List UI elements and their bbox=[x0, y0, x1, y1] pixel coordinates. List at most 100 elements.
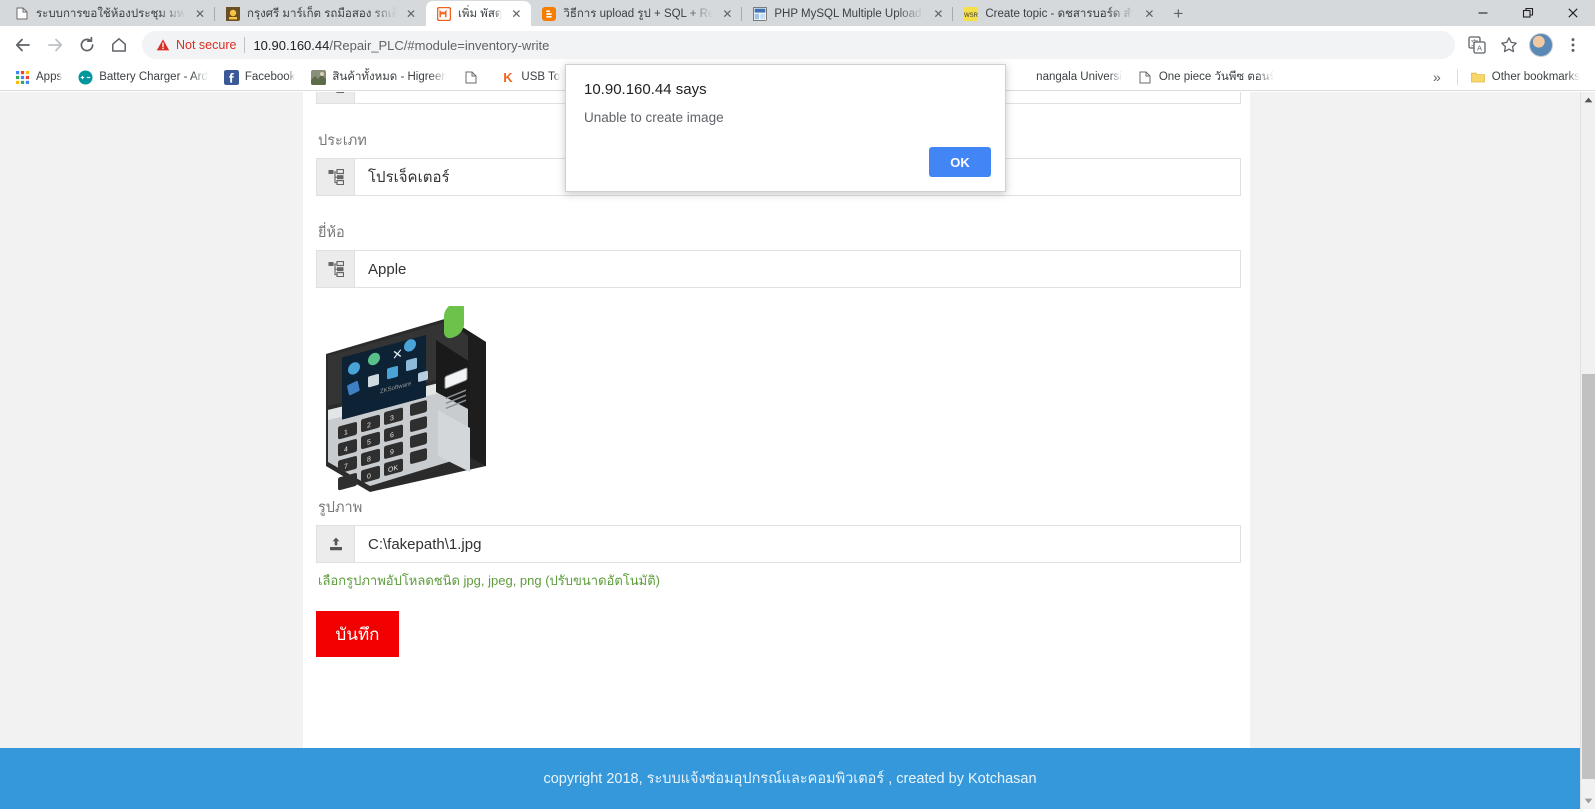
field-row-brand[interactable]: Apple bbox=[316, 250, 1241, 288]
browser-tab-2[interactable]: กรุงศรี มาร์เก็ต รถมือสอง รถเต็นท์ รถ ✕ bbox=[214, 1, 426, 26]
page-footer: copyright 2018, ระบบแจ้งซ่อมอุปกรณ์และคอ… bbox=[0, 748, 1580, 809]
image-preview: ✕ ZKSoftware 123 456 789 0OK bbox=[326, 306, 486, 492]
tab-title: Create topic - ดชสารบอร์ด สำหรั bbox=[985, 7, 1136, 20]
bookmarks-overflow-button[interactable]: » bbox=[1423, 69, 1451, 85]
browser-tab-1[interactable]: ระบบการขอใช้ห้องประชุม มหาวิทยาล ✕ bbox=[4, 1, 215, 26]
svg-text:0: 0 bbox=[367, 472, 371, 481]
dialog-message: Unable to create image bbox=[584, 110, 724, 125]
tab-close-button[interactable]: ✕ bbox=[404, 7, 418, 21]
url-host: 10.90.160.44 bbox=[253, 37, 330, 53]
facebook-icon bbox=[223, 69, 239, 85]
footer-copyright-text: copyright 2018, ระบบแจ้งซ่อมอุปกรณ์และคอ… bbox=[543, 771, 1037, 787]
field-group-brand: ยี่ห้อ Apple bbox=[316, 221, 1241, 288]
browser-tab-4[interactable]: วิธีการ upload รูป + SQL + Resiz ✕ bbox=[531, 1, 743, 26]
field-value-image-path: C:\fakepath\1.jpg bbox=[368, 535, 482, 553]
address-bar[interactable]: Not secure 10.90.160.44/Repair_PLC/#modu… bbox=[142, 31, 1455, 59]
scrollbar-thumb[interactable] bbox=[1582, 374, 1595, 779]
tab-title: กรุงศรี มาร์เก็ต รถมือสอง รถเต็นท์ รถ bbox=[247, 7, 397, 20]
svg-text:9: 9 bbox=[390, 448, 394, 457]
krungsri-icon bbox=[225, 6, 240, 21]
tab-close-button[interactable]: ✕ bbox=[193, 7, 207, 21]
svg-text:✕: ✕ bbox=[392, 345, 403, 363]
kingston-k-icon: K bbox=[500, 70, 515, 85]
bookmark-label: USB To bbox=[521, 71, 561, 83]
back-icon[interactable] bbox=[8, 30, 38, 60]
bookmark-facebook[interactable]: Facebook bbox=[217, 67, 303, 88]
php-icon bbox=[752, 6, 767, 21]
minimize-icon[interactable] bbox=[1460, 0, 1505, 26]
chrome-menu-icon[interactable] bbox=[1559, 31, 1587, 59]
tab-close-button[interactable]: ✕ bbox=[1142, 7, 1156, 21]
image-helper-text: เลือกรูปภาพอัปโหลดชนิด jpg, jpeg, png (ป… bbox=[318, 573, 661, 588]
field-group-image: รูปภาพ C:\fakepath\1.jpg เลือกรูปภาพอัปโ… bbox=[316, 496, 1241, 591]
bookmark-label: สินค้าทั้งหมด - Higreen bbox=[332, 71, 448, 83]
tab-title: PHP MySQL Multiple Upload Fi bbox=[774, 7, 925, 20]
bookmarks-divider bbox=[1456, 69, 1458, 85]
tab-title: วิธีการ upload รูป + SQL + Resiz bbox=[563, 7, 714, 20]
bookmark-usb-to[interactable]: K USB To bbox=[493, 67, 567, 88]
svg-text:4: 4 bbox=[344, 445, 348, 454]
reload-icon[interactable] bbox=[72, 30, 102, 60]
scroll-down-arrow-icon[interactable] bbox=[1581, 793, 1595, 809]
bookmark-star-icon[interactable] bbox=[1495, 31, 1523, 59]
window-controls bbox=[1460, 0, 1595, 26]
scroll-up-arrow-icon[interactable] bbox=[1581, 92, 1595, 108]
bookmark-higreen[interactable]: สินค้าทั้งหมด - Higreen bbox=[304, 65, 454, 89]
upload-icon bbox=[317, 526, 355, 562]
translate-icon[interactable]: 文A bbox=[1463, 31, 1491, 59]
dialog-actions: OK bbox=[929, 147, 991, 177]
bookmark-mangala-university[interactable]: nangala Universi bbox=[1029, 68, 1129, 86]
page-icon bbox=[14, 6, 29, 21]
page-viewport: เครื่องโปรเจค ประเภท โปรเจ็คเตอร์ bbox=[0, 92, 1595, 809]
restore-icon[interactable] bbox=[1505, 0, 1550, 26]
page-content: เครื่องโปรเจค ประเภท โปรเจ็คเตอร์ bbox=[0, 92, 1580, 809]
inventory-form-card: เครื่องโปรเจค ประเภท โปรเจ็คเตอร์ bbox=[303, 92, 1250, 809]
tab-close-button[interactable]: ✕ bbox=[720, 7, 734, 21]
browser-window: ระบบการขอใช้ห้องประชุม มหาวิทยาล ✕ กรุงศ… bbox=[0, 0, 1595, 809]
tab-close-button[interactable]: ✕ bbox=[509, 7, 523, 21]
field-row-image[interactable]: C:\fakepath\1.jpg bbox=[316, 525, 1241, 563]
tab-title: เพิ่ม พัสดุ bbox=[458, 7, 503, 20]
bookmark-label: One piece วันพีซ ตอนที bbox=[1158, 71, 1274, 83]
not-secure-indicator[interactable]: Not secure bbox=[156, 38, 236, 52]
tab-title: ระบบการขอใช้ห้องประชุม มหาวิทยาล bbox=[36, 7, 186, 20]
svg-text:8: 8 bbox=[367, 455, 371, 464]
bookmark-battery-charger[interactable]: Battery Charger - Ard bbox=[71, 67, 215, 88]
bookmark-label: Battery Charger - Ard bbox=[99, 71, 208, 83]
dialog-ok-button[interactable]: OK bbox=[929, 147, 991, 177]
warning-triangle-icon bbox=[156, 39, 170, 51]
browser-tab-6[interactable]: WSR Create topic - ดชสารบอร์ด สำหรั ✕ bbox=[952, 1, 1165, 26]
omnibox-divider bbox=[244, 37, 246, 53]
new-tab-button[interactable]: + bbox=[1164, 1, 1192, 26]
browser-tab-5[interactable]: PHP MySQL Multiple Upload Fi ✕ bbox=[741, 1, 954, 26]
bookmark-apps[interactable]: Apps bbox=[8, 67, 69, 88]
save-button[interactable]: บันทึก bbox=[316, 611, 399, 657]
svg-text:A: A bbox=[1477, 44, 1482, 53]
forward-icon[interactable] bbox=[40, 30, 70, 60]
page-icon bbox=[1138, 70, 1153, 85]
vertical-scrollbar[interactable] bbox=[1580, 92, 1595, 809]
bookmark-page-5[interactable] bbox=[456, 67, 491, 88]
apps-grid-icon bbox=[15, 70, 30, 85]
svg-text:6: 6 bbox=[390, 431, 394, 440]
bookmark-label: Facebook bbox=[244, 71, 296, 83]
other-bookmarks-folder[interactable]: Other bookmarks bbox=[1464, 67, 1587, 88]
bookmark-one-piece[interactable]: One piece วันพีซ ตอนที bbox=[1131, 65, 1281, 89]
blogger-icon bbox=[541, 6, 556, 21]
tree-select-icon bbox=[317, 251, 355, 287]
javascript-alert-dialog: 10.90.160.44 says Unable to create image… bbox=[565, 64, 1006, 192]
home-icon[interactable] bbox=[104, 30, 134, 60]
field-label-brand: ยี่ห้อ bbox=[318, 225, 345, 241]
svg-text:3: 3 bbox=[390, 414, 394, 423]
higreen-icon bbox=[311, 69, 327, 85]
tab-close-button[interactable]: ✕ bbox=[931, 7, 945, 21]
page-icon bbox=[463, 70, 478, 85]
browser-tab-3-active[interactable]: เพิ่ม พัสดุ ✕ bbox=[426, 1, 532, 26]
svg-text:1: 1 bbox=[344, 428, 348, 437]
close-icon[interactable] bbox=[1550, 0, 1595, 26]
folder-icon bbox=[1471, 70, 1486, 85]
profile-avatar[interactable] bbox=[1527, 31, 1555, 59]
avatar bbox=[1529, 33, 1553, 57]
field-value-brand: Apple bbox=[368, 260, 407, 278]
browser-toolbar: Not secure 10.90.160.44/Repair_PLC/#modu… bbox=[0, 26, 1595, 64]
